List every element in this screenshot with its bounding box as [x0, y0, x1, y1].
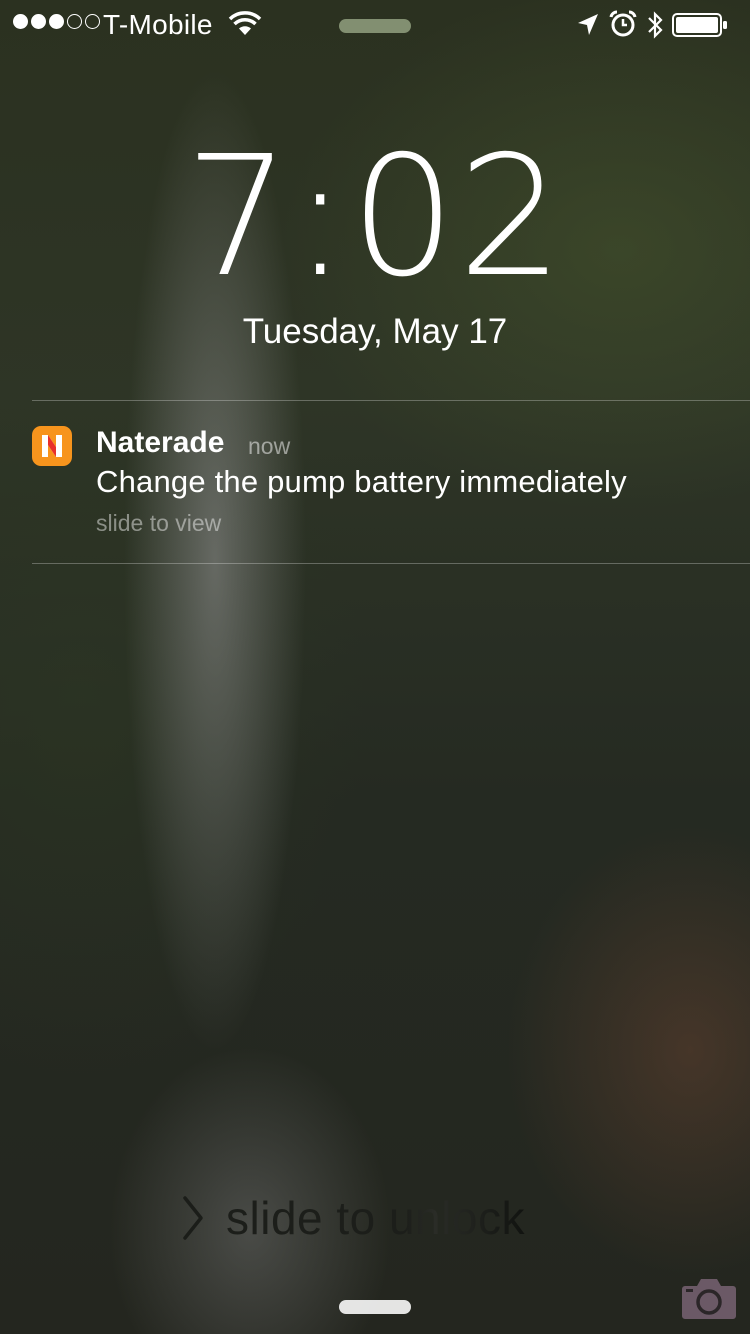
notification-bottom-divider	[32, 563, 750, 564]
status-icons	[576, 9, 736, 41]
notification-time: now	[248, 433, 291, 459]
status-bar: T-Mobile	[0, 0, 750, 50]
naterade-app-icon	[32, 426, 72, 466]
carrier-name: T-Mobile	[103, 9, 213, 40]
lock-screen-date: Tuesday, May 17	[242, 312, 508, 351]
slide-to-unlock-label: slide to unlock	[226, 1192, 525, 1244]
notification-card[interactable]: Naterade now Change the pump battery imm…	[32, 402, 750, 562]
battery-icon	[672, 13, 727, 37]
notification-top-divider	[32, 400, 750, 401]
alarm-icon	[609, 10, 637, 37]
naterade-logo-icon	[42, 435, 62, 457]
notification-slide-hint: slide to view	[96, 510, 222, 536]
notification-message: Change the pump battery immediately	[96, 464, 627, 499]
signal-strength-icon	[13, 14, 100, 29]
wifi-icon	[228, 11, 262, 35]
lock-screen-time: 7:02	[184, 121, 566, 314]
top-pull-handle[interactable]	[339, 19, 411, 33]
notification-app-name: Naterade	[96, 426, 225, 459]
bluetooth-icon	[648, 11, 663, 39]
slide-to-unlock[interactable]: slide to unlock	[180, 1190, 525, 1246]
location-arrow-icon	[578, 14, 598, 35]
camera-icon[interactable]	[681, 1276, 737, 1320]
chevron-right-icon	[183, 1196, 203, 1240]
bottom-pull-handle[interactable]	[339, 1300, 411, 1314]
